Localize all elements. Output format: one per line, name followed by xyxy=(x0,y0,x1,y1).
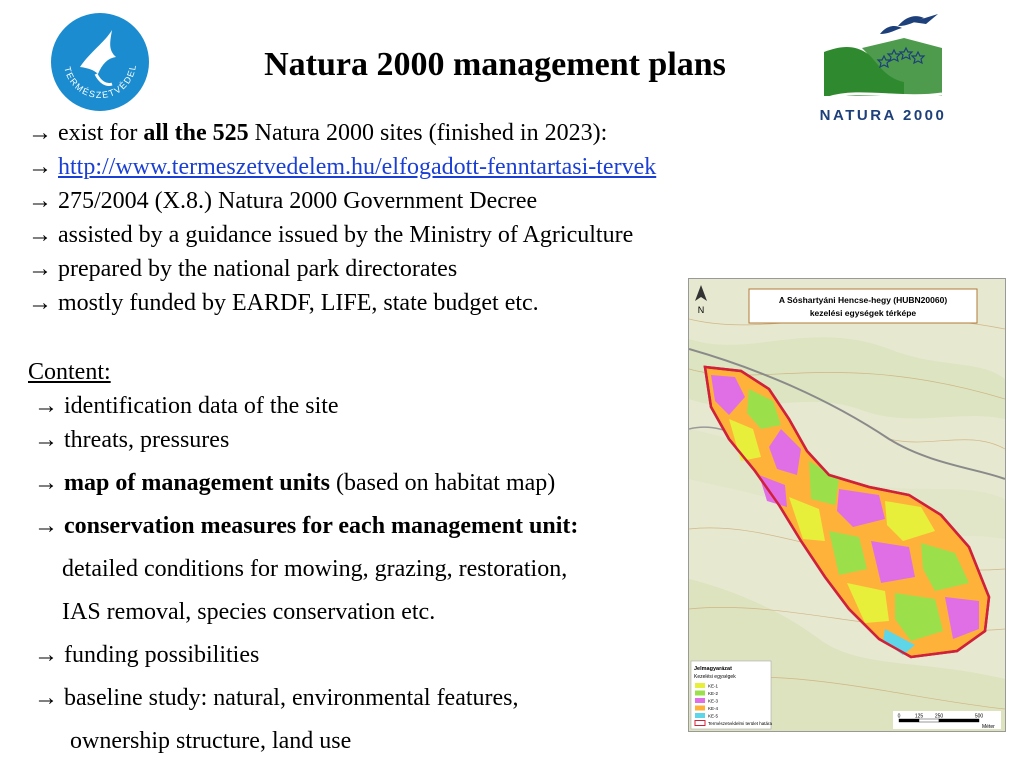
bullet-arrow: → xyxy=(34,685,58,711)
content-text: identification data of the site xyxy=(64,393,339,419)
bullet-arrow: → xyxy=(34,427,58,453)
management-units-map: N A Sóshartyáni Hencse-hegy (HUBN20060) … xyxy=(688,278,1006,732)
bullet-line-3: → 275/2004 (X.8.) Natura 2000 Government… xyxy=(28,186,537,216)
content-item-4: → conservation measures for each managem… xyxy=(34,511,578,541)
bullet-arrow: → xyxy=(28,222,52,248)
legend-swatch xyxy=(695,713,705,718)
bullet-arrow: → xyxy=(28,120,52,146)
legend-swatch xyxy=(695,683,705,688)
scale-tick-label: 0 xyxy=(898,714,901,720)
bullet-arrow: → xyxy=(34,393,58,419)
content-continuation-3: ownership structure, land use xyxy=(70,728,352,754)
legend-swatch xyxy=(695,690,705,696)
bullet-line-5: → prepared by the national park director… xyxy=(28,254,457,284)
bullet-pre: exist for xyxy=(52,120,144,146)
map-north-label: N xyxy=(698,305,705,315)
content-item-2: → threats, pressures xyxy=(34,425,229,455)
termeszetvedelem-logo: TERMÉSZETVÉDELEM xyxy=(50,12,149,111)
legend-label: KE-5 xyxy=(708,714,719,719)
bullet-arrow: → xyxy=(34,470,58,496)
content-item-6: → baseline study: natural, environmental… xyxy=(34,683,519,713)
bullet-arrow: → xyxy=(28,188,52,214)
content-continuation-2: IAS removal, species conservation etc. xyxy=(62,599,436,625)
bullet-line-2: → http://www.termeszetvedelem.hu/elfogad… xyxy=(28,152,656,182)
bullet-text: assisted by a guidance issued by the Min… xyxy=(58,222,634,248)
legend-label: KE-4 xyxy=(708,706,719,711)
content-post: (based on habitat map) xyxy=(330,470,556,496)
bullet-post: Natura 2000 sites (finished in 2023): xyxy=(248,120,608,146)
bullet-arrow: → xyxy=(28,256,52,282)
content-bold: map of management units xyxy=(64,470,331,496)
scale-segment xyxy=(938,718,980,723)
content-item-1: → identification data of the site xyxy=(34,391,339,421)
natura2000-logo: NATURA 2000 xyxy=(820,14,946,124)
map-legend-subtitle: Kezelési egységek xyxy=(694,674,736,680)
map-legend-title: Jelmagyarázat xyxy=(694,666,732,672)
content-text: baseline study: natural, environmental f… xyxy=(64,685,519,711)
content-continuation-1: detailed conditions for mowing, grazing,… xyxy=(62,556,568,582)
management-plans-link[interactable]: http://www.termeszetvedelem.hu/elfogadot… xyxy=(58,154,656,180)
bullet-arrow: → xyxy=(28,290,52,316)
bullet-line-4: → assisted by a guidance issued by the M… xyxy=(28,220,633,250)
bullet-arrow: → xyxy=(34,513,58,539)
bullet-text: mostly funded by EARDF, LIFE, state budg… xyxy=(58,290,539,316)
bullet-line-6: → mostly funded by EARDF, LIFE, state bu… xyxy=(28,288,539,318)
scale-unit-label: Méter xyxy=(982,724,995,730)
legend-label: Természetvédelmi terület határa xyxy=(708,721,773,726)
scale-tick-label: 500 xyxy=(975,714,984,720)
bullet-line-1: → exist for all the 525 Natura 2000 site… xyxy=(28,118,607,148)
content-text: threats, pressures xyxy=(64,427,230,453)
legend-label: KE-1 xyxy=(708,684,719,689)
legend-label: KE-2 xyxy=(708,691,719,696)
map-title-line1: A Sóshartyáni Hencse-hegy (HUBN20060) xyxy=(779,295,947,305)
bullet-arrow: → xyxy=(34,642,58,668)
bullet-arrow: → xyxy=(28,154,52,180)
logo-right-text: NATURA 2000 xyxy=(820,107,946,124)
legend-label: KE-3 xyxy=(708,699,719,704)
content-item-5: → funding possibilities xyxy=(34,640,259,670)
legend-swatch xyxy=(695,705,705,711)
bullet-bold: all the 525 xyxy=(143,120,249,146)
legend-swatch xyxy=(695,698,705,703)
page-title: Natura 2000 management plans xyxy=(264,46,726,83)
content-heading: Content: xyxy=(28,359,111,385)
scale-tick-label: 250 xyxy=(935,714,944,720)
content-text: funding possibilities xyxy=(64,642,260,668)
bullet-text: 275/2004 (X.8.) Natura 2000 Government D… xyxy=(58,188,538,214)
map-title-line2: kezelési egységek térképe xyxy=(810,308,917,318)
scale-tick-label: 125 xyxy=(915,714,924,720)
bullet-text: prepared by the national park directorat… xyxy=(58,256,458,282)
content-bold: conservation measures for each managemen… xyxy=(64,513,579,539)
content-item-3: → map of management units (based on habi… xyxy=(34,468,555,498)
